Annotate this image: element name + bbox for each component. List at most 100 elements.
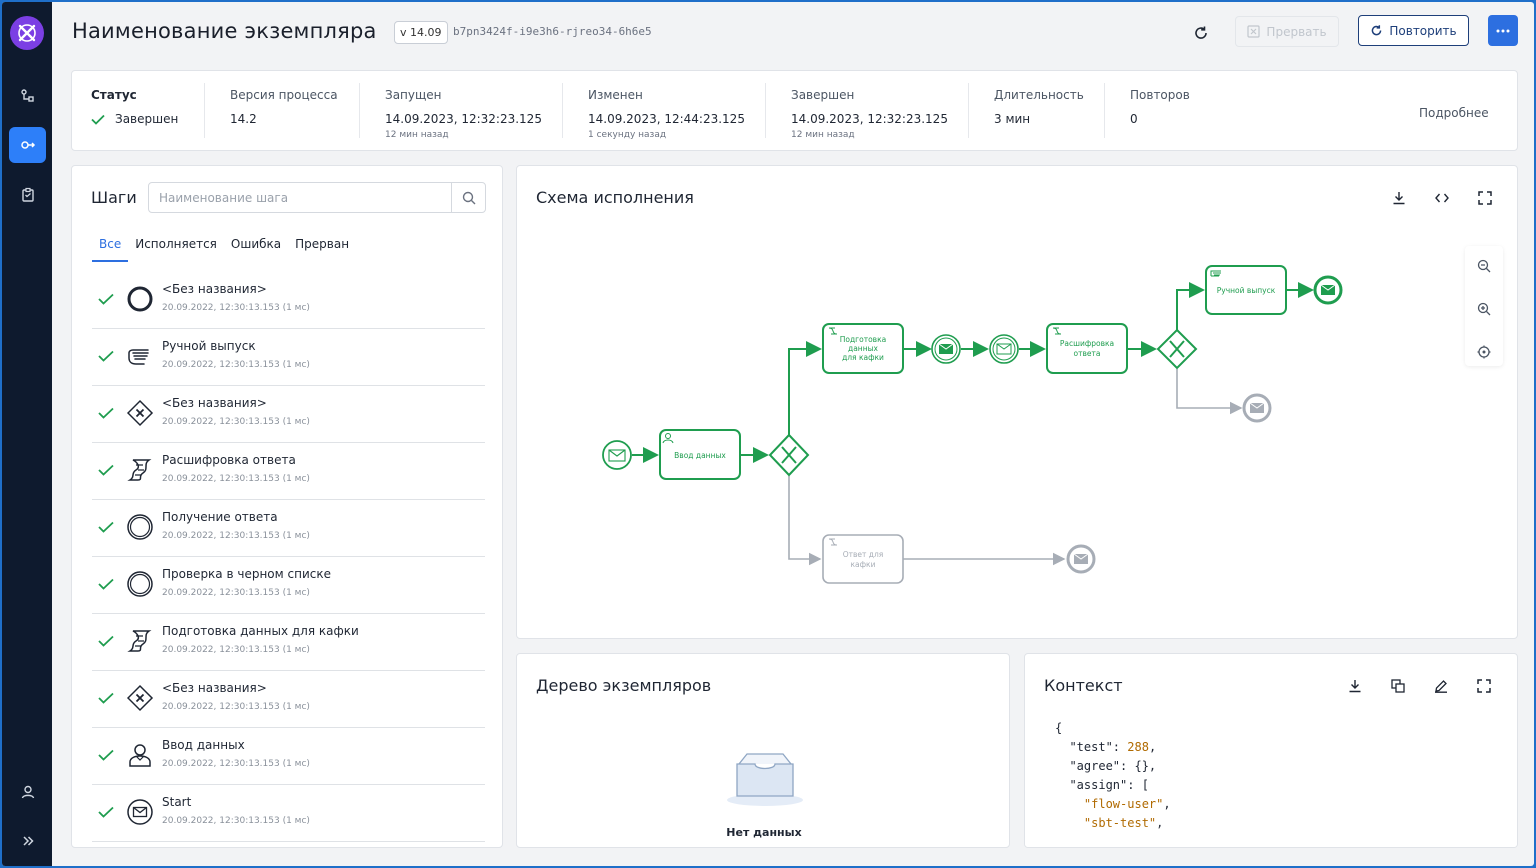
step-row[interactable]: Ввод данных 20.09.2022, 12:30:13.153 (1 м… xyxy=(92,728,485,785)
step-row[interactable]: Расшифровка ответа 20.09.2022, 12:30:13.1… xyxy=(92,443,485,500)
context-fullscreen-button[interactable] xyxy=(1472,674,1496,698)
stat-label: Длительность xyxy=(994,88,1084,102)
step-time: 20.09.2022, 12:30:13.153 (1 мс) xyxy=(162,702,310,712)
exclusive-gateway-icon xyxy=(125,683,155,713)
start-event[interactable] xyxy=(602,440,632,470)
gateway-1[interactable] xyxy=(768,433,810,477)
step-time: 20.09.2022, 12:30:13.153 (1 мс) xyxy=(162,531,310,541)
json-line: "agree": {}, xyxy=(1055,757,1171,776)
check-icon xyxy=(98,290,114,309)
step-time: 20.09.2022, 12:30:13.153 (1 мс) xyxy=(162,816,310,826)
sidebar-item-tasks[interactable] xyxy=(9,177,46,213)
stat-value: 14.09.2023, 12:32:23.125 xyxy=(791,112,948,126)
send-message-event[interactable] xyxy=(931,334,961,364)
step-row[interactable]: Ручной выпуск 20.09.2022, 12:30:13.153 (1… xyxy=(92,329,485,386)
tab-error[interactable]: Ошибка xyxy=(224,236,288,262)
sidebar-item-profile[interactable] xyxy=(9,774,46,810)
step-row[interactable]: Start 20.09.2022, 12:30:13.153 (1 мс) xyxy=(92,785,485,842)
more-button[interactable] xyxy=(1488,15,1518,46)
step-list: <Без названия> 20.09.2022, 12:30:13.153 (… xyxy=(92,272,485,842)
gateway-2[interactable] xyxy=(1156,328,1198,370)
step-search: Наименование шага xyxy=(148,182,486,213)
step-row[interactable]: <Без названия> 20.09.2022, 12:30:13.153 (… xyxy=(92,386,485,443)
context-copy-button[interactable] xyxy=(1386,674,1410,698)
node-kafka-reply-l1: Ответ для xyxy=(843,550,884,559)
stat-subvalue: 12 мин назад xyxy=(385,130,449,140)
end-event-skipped-1[interactable] xyxy=(1242,393,1272,423)
check-icon xyxy=(98,803,114,822)
node-manual-label: Ручной выпуск xyxy=(1217,286,1276,295)
json-line: "test": 288, xyxy=(1055,738,1171,757)
step-row[interactable]: Проверка в черном списке 20.09.2022, 12:3… xyxy=(92,557,485,614)
center-button[interactable] xyxy=(1472,340,1496,364)
stat-label: Статус xyxy=(91,88,137,102)
context-edit-button[interactable] xyxy=(1429,674,1453,698)
version-badge: v 14.09 xyxy=(394,21,448,44)
step-time: 20.09.2022, 12:30:13.153 (1 мс) xyxy=(162,588,310,598)
node-prepare[interactable]: Подготовка данных для кафки xyxy=(822,323,904,374)
stat-subvalue: 12 мин назад xyxy=(791,130,855,140)
check-icon xyxy=(98,689,114,708)
schema-panel: Схема исполнения Ввод данных Подготовка … xyxy=(516,165,1518,639)
fullscreen-icon xyxy=(1478,191,1492,205)
sidebar-expand-button[interactable] xyxy=(9,823,46,859)
abort-button[interactable]: Прервать xyxy=(1235,16,1339,47)
stat-value: 0 xyxy=(1130,112,1138,126)
stat-value: 14.09.2023, 12:32:23.125 xyxy=(385,112,542,126)
json-line: { xyxy=(1055,719,1171,738)
chevrons-right-icon xyxy=(22,836,34,846)
divider xyxy=(359,83,360,138)
step-row[interactable]: <Без названия> 20.09.2022, 12:30:13.153 (… xyxy=(92,272,485,329)
repeat-button[interactable]: Повторить xyxy=(1358,15,1469,46)
fullscreen-button[interactable] xyxy=(1473,186,1497,210)
zoom-out-button[interactable] xyxy=(1472,254,1496,278)
step-row[interactable]: <Без названия> 20.09.2022, 12:30:13.153 (… xyxy=(92,671,485,728)
zoom-controls xyxy=(1465,246,1503,366)
step-name: <Без названия> xyxy=(162,396,267,410)
skipped-flows xyxy=(788,369,1243,566)
sidebar-item-instances[interactable] xyxy=(9,127,46,163)
step-name: Расшифровка ответа xyxy=(162,453,296,467)
tab-aborted[interactable]: Прерван xyxy=(288,236,356,262)
process-version-link[interactable]: 14.2 xyxy=(230,112,257,126)
json-punct: , xyxy=(1163,797,1171,811)
step-row[interactable]: Получение ответа 20.09.2022, 12:30:13.153… xyxy=(92,500,485,557)
node-kafka-reply[interactable]: Ответ для кафки xyxy=(822,534,904,584)
fade-overlay xyxy=(1025,825,1517,847)
tab-running[interactable]: Исполняется xyxy=(128,236,224,262)
end-event-success[interactable] xyxy=(1313,275,1343,305)
zoom-in-icon xyxy=(1477,302,1491,316)
context-json[interactable]: { "test": 288, "agree": {}, "assign": [ … xyxy=(1055,719,1171,833)
check-icon xyxy=(98,347,114,366)
node-input[interactable]: Ввод данных xyxy=(659,429,741,480)
app-window: Наименование экземпляра v 14.09 b7pn3424… xyxy=(2,2,1534,866)
end-event-skipped-2[interactable] xyxy=(1066,544,1096,574)
search-input[interactable]: Наименование шага xyxy=(159,191,288,205)
json-value: "flow-user" xyxy=(1083,797,1164,811)
download-icon xyxy=(1349,680,1361,693)
json-line: "flow-user", xyxy=(1055,795,1171,814)
edit-icon xyxy=(1435,680,1447,693)
context-download-button[interactable] xyxy=(1343,674,1367,698)
search-button[interactable] xyxy=(451,183,485,212)
stat-label: Версия процесса xyxy=(230,88,338,102)
app-logo[interactable] xyxy=(10,16,44,50)
step-time: 20.09.2022, 12:30:13.153 (1 мс) xyxy=(162,474,310,484)
node-decode[interactable]: Расшифровка ответа xyxy=(1046,323,1128,374)
intermediate-event-icon xyxy=(125,512,155,542)
end-event-icon xyxy=(125,284,155,314)
json-value: 288 xyxy=(1127,740,1149,754)
step-name: <Без названия> xyxy=(162,282,267,296)
more-icon xyxy=(1496,29,1510,32)
tab-all[interactable]: Все xyxy=(92,236,129,262)
refresh-button[interactable] xyxy=(1186,19,1216,47)
node-prepare-l3: для кафки xyxy=(842,353,884,362)
sidebar-item-processes[interactable] xyxy=(9,78,46,114)
page-title: Наименование экземпляра xyxy=(72,19,377,43)
node-manual[interactable]: Ручной выпуск xyxy=(1205,265,1287,315)
process-icon xyxy=(20,89,34,102)
details-link[interactable]: Подробнее xyxy=(1419,106,1489,120)
step-row[interactable]: Подготовка данных для кафки 20.09.2022, 1… xyxy=(92,614,485,671)
receive-message-event[interactable] xyxy=(989,334,1019,364)
zoom-in-button[interactable] xyxy=(1472,297,1496,321)
